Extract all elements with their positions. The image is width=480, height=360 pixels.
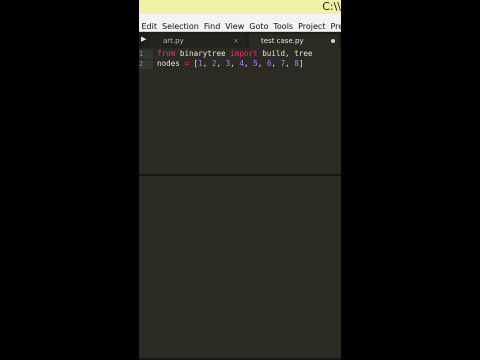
window-title-path: C:\\ (322, 0, 341, 13)
imported-names: build, tree (262, 49, 313, 58)
tab-label: test case.py (261, 37, 304, 45)
list-close-bracket: ] (298, 59, 304, 68)
tab-bar: ▶ art.py × test case.py (139, 32, 341, 48)
list-value: 6 (266, 59, 272, 68)
tab-art-py[interactable]: art.py × (149, 34, 245, 48)
assign-operator: = (184, 59, 190, 68)
keyword-from: from (157, 49, 176, 58)
editor-window: C:\\ Edit Selection Find View Goto Tools Proje… (139, 0, 341, 360)
menu-bar: Edit Selection Find View Goto Tools Project Pre… (139, 14, 341, 32)
list-value: 1 (198, 59, 203, 68)
keyword-import: import (230, 49, 258, 58)
tab-label: art.py (163, 37, 184, 45)
line-number: 1 (139, 50, 144, 58)
unsaved-dot-icon[interactable] (331, 39, 335, 43)
list-value: 3 (225, 59, 231, 68)
line-number: 2 (139, 60, 144, 68)
close-icon[interactable]: × (233, 35, 239, 47)
list-value: 5 (253, 59, 258, 68)
tab-test-case-py[interactable]: test case.py (249, 34, 339, 48)
variable-name: nodes (157, 59, 180, 68)
list-value: 7 (280, 59, 286, 68)
code-line-1: from binarytree import build, tree (157, 49, 312, 59)
list-value: 2 (211, 59, 217, 68)
list-value: 4 (239, 59, 244, 68)
lower-pane[interactable] (139, 176, 341, 360)
tab-scroll-arrow-icon[interactable]: ▶ (141, 35, 146, 43)
title-bar: C:\\ (139, 0, 341, 14)
code-editor[interactable]: 1 2 from binarytree import build, tree n… (139, 48, 341, 174)
code-line-2: nodes = [1, 2, 3, 4, 5, 6, 7, 8] (157, 59, 304, 68)
module-name: binarytree (179, 49, 226, 58)
